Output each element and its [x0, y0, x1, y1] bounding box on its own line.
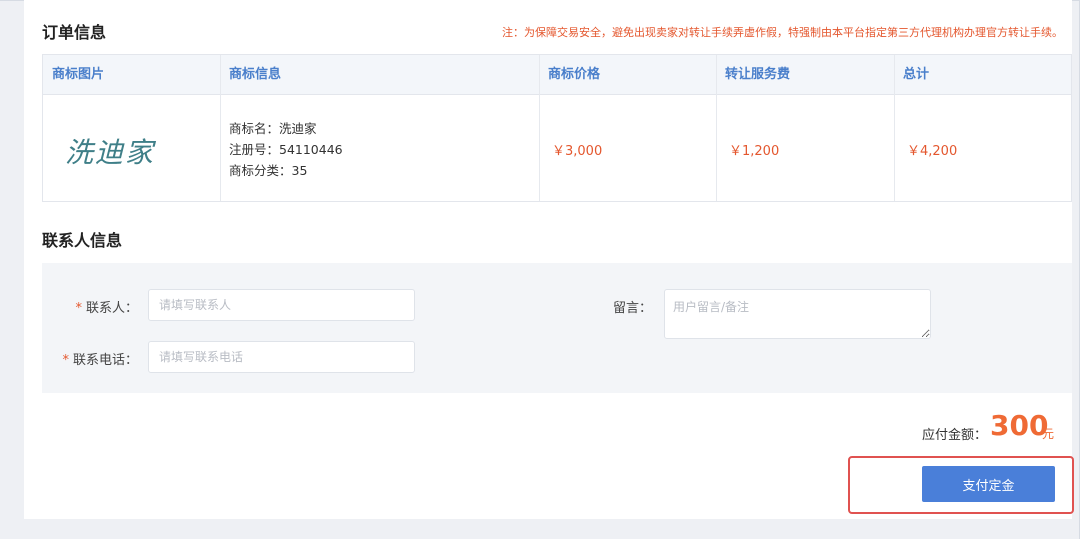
contact-name-input[interactable] — [148, 289, 415, 321]
order-table: 商标图片 商标信息 商标价格 转让服务费 总计 洗迪家 商标名：洗迪家 注册号：… — [42, 54, 1072, 202]
pay-deposit-button[interactable]: 支付定金 — [922, 466, 1055, 502]
order-notice: 注：为保障交易安全，避免出现卖家对转让手续弄虚作假，特强制由本平台指定第三方代理… — [502, 26, 1063, 39]
column-header-price: 商标价格 — [548, 67, 601, 82]
total-price: ￥4,200 — [907, 144, 958, 159]
contact-name-label-text: 联系人： — [85, 301, 138, 316]
column-header-info: 商标信息 — [229, 67, 282, 82]
message-label: 留言： — [612, 301, 652, 316]
table-header: 商标图片 商标信息 商标价格 转让服务费 总计 — [43, 55, 1071, 95]
column-header-image: 商标图片 — [52, 67, 105, 82]
column-header-total: 总计 — [903, 67, 930, 82]
service-fee-cell: ￥1,200 — [716, 95, 894, 201]
contact-phone-label: * 联系电话： — [52, 349, 138, 368]
required-mark: * — [75, 301, 82, 316]
column-header-service-fee: 转让服务费 — [725, 67, 791, 82]
trademark-info-cell: 商标名：洗迪家 注册号：54110446 商标分类：35 — [220, 95, 539, 201]
trademark-price: ￥3,000 — [552, 144, 603, 159]
registration-number: 注册号：54110446 — [229, 142, 343, 157]
contact-phone-input[interactable] — [148, 341, 415, 373]
amount-label: 应付金额： — [922, 428, 988, 443]
contact-name-label: * 联系人： — [62, 297, 138, 316]
message-textarea[interactable] — [664, 289, 931, 339]
amount-unit: 元 — [1042, 427, 1055, 441]
order-section-title: 订单信息 — [42, 23, 107, 42]
contact-section-title: 联系人信息 — [42, 231, 123, 250]
trademark-logo: 洗迪家 — [65, 136, 156, 169]
service-fee: ￥1,200 — [729, 144, 780, 159]
total-cell: ￥4,200 — [894, 95, 1071, 201]
required-mark: * — [62, 353, 69, 368]
trademark-image-cell: 洗迪家 — [43, 95, 220, 201]
amount-value: 300 — [990, 409, 1049, 442]
trademark-class: 商标分类：35 — [229, 163, 308, 178]
contact-phone-label-text: 联系电话： — [72, 353, 138, 368]
contact-form: *联系人： *联系电话： 留言： — [42, 263, 1072, 393]
price-cell: ￥3,000 — [539, 95, 716, 201]
trademark-name: 商标名：洗迪家 — [229, 121, 317, 136]
